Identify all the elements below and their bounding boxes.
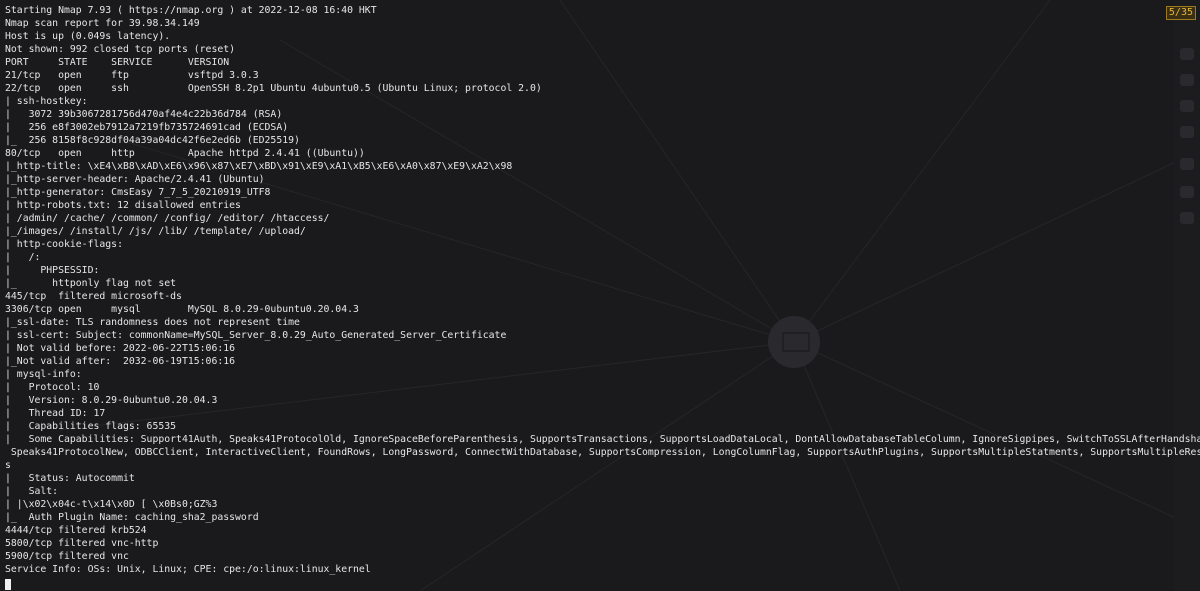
terminal-line: Host is up (0.049s latency). bbox=[5, 31, 171, 42]
terminal-line: Starting Nmap 7.93 ( https://nmap.org ) … bbox=[5, 5, 377, 16]
terminal-line: |_ Auth Plugin Name: caching_sha2_passwo… bbox=[5, 512, 259, 523]
terminal-line: |_ssl-date: TLS randomness does not repr… bbox=[5, 317, 300, 328]
terminal-line: | Not valid before: 2022-06-22T15:06:16 bbox=[5, 343, 236, 354]
terminal-line: Service Info: OSs: Unix, Linux; CPE: cpe… bbox=[5, 564, 371, 575]
terminal-line: | http-robots.txt: 12 disallowed entries bbox=[5, 200, 241, 211]
terminal-line: |_Not valid after: 2032-06-19T15:06:16 bbox=[5, 356, 236, 367]
terminal-line: PORT STATE SERVICE VERSION bbox=[5, 57, 230, 68]
terminal-line: | Thread ID: 17 bbox=[5, 408, 106, 419]
terminal-line: | Version: 8.0.29-0ubuntu0.20.04.3 bbox=[5, 395, 218, 406]
terminal-line: Not shown: 992 closed tcp ports (reset) bbox=[5, 44, 236, 55]
terminal-line: | http-cookie-flags: bbox=[5, 239, 123, 250]
terminal-line: |_/images/ /install/ /js/ /lib/ /templat… bbox=[5, 226, 306, 237]
terminal-line: | Some Capabilities: Support41Auth, Spea… bbox=[5, 434, 1200, 445]
terminal-line: Nmap scan report for 39.98.34.149 bbox=[5, 18, 200, 29]
terminal-line: | Salt: bbox=[5, 486, 59, 497]
terminal-output[interactable]: Starting Nmap 7.93 ( https://nmap.org ) … bbox=[5, 4, 1200, 591]
terminal-line: | /: bbox=[5, 252, 41, 263]
terminal-line: | 3072 39b3067281756d470af4e4c22b36d784 … bbox=[5, 109, 283, 120]
terminal-line: | ssl-cert: Subject: commonName=MySQL_Se… bbox=[5, 330, 507, 341]
terminal-line: | Protocol: 10 bbox=[5, 382, 100, 393]
terminal-line: s bbox=[5, 460, 11, 471]
terminal-line: | 256 e8f3002eb7912a7219fb735724691cad (… bbox=[5, 122, 289, 133]
page-counter-badge: 5/35 bbox=[1165, 6, 1196, 20]
terminal-line: 21/tcp open ftp vsftpd 3.0.3 bbox=[5, 70, 259, 81]
terminal-line: |_http-generator: CmsEasy 7_7_5_20210919… bbox=[5, 187, 271, 198]
terminal-line: | Status: Autocommit bbox=[5, 473, 135, 484]
terminal-line: Speaks41ProtocolNew, ODBCClient, Interac… bbox=[5, 447, 1200, 458]
terminal-line: | |\x02\x04c-t\x14\x0D [ \x0Bs0;GZ%3 bbox=[5, 499, 218, 510]
terminal-line: 5900/tcp filtered vnc bbox=[5, 551, 129, 562]
terminal-line: |_http-title: \xE4\xB8\xAD\xE6\x96\x87\x… bbox=[5, 161, 513, 172]
terminal-line: |_http-server-header: Apache/2.4.41 (Ubu… bbox=[5, 174, 265, 185]
terminal-line: | /admin/ /cache/ /common/ /config/ /edi… bbox=[5, 213, 330, 224]
terminal-line: | Capabilities flags: 65535 bbox=[5, 421, 177, 432]
terminal-line: 80/tcp open http Apache httpd 2.4.41 ((U… bbox=[5, 148, 365, 159]
terminal-line: 445/tcp filtered microsoft-ds bbox=[5, 291, 182, 302]
terminal-line: | ssh-hostkey: bbox=[5, 96, 88, 107]
terminal-line: 4444/tcp filtered krb524 bbox=[5, 525, 147, 536]
terminal-line: | PHPSESSID: bbox=[5, 265, 100, 276]
terminal-line: 22/tcp open ssh OpenSSH 8.2p1 Ubuntu 4ub… bbox=[5, 83, 542, 94]
terminal-line: 3306/tcp open mysql MySQL 8.0.29-0ubuntu… bbox=[5, 304, 359, 315]
terminal-cursor bbox=[5, 579, 11, 590]
terminal-line: |_ httponly flag not set bbox=[5, 278, 177, 289]
terminal-line: | mysql-info: bbox=[5, 369, 82, 380]
terminal-line: 5800/tcp filtered vnc-http bbox=[5, 538, 159, 549]
terminal-line: |_ 256 8158f8c928df04a39a04dc42f6e2ed6b … bbox=[5, 135, 300, 146]
